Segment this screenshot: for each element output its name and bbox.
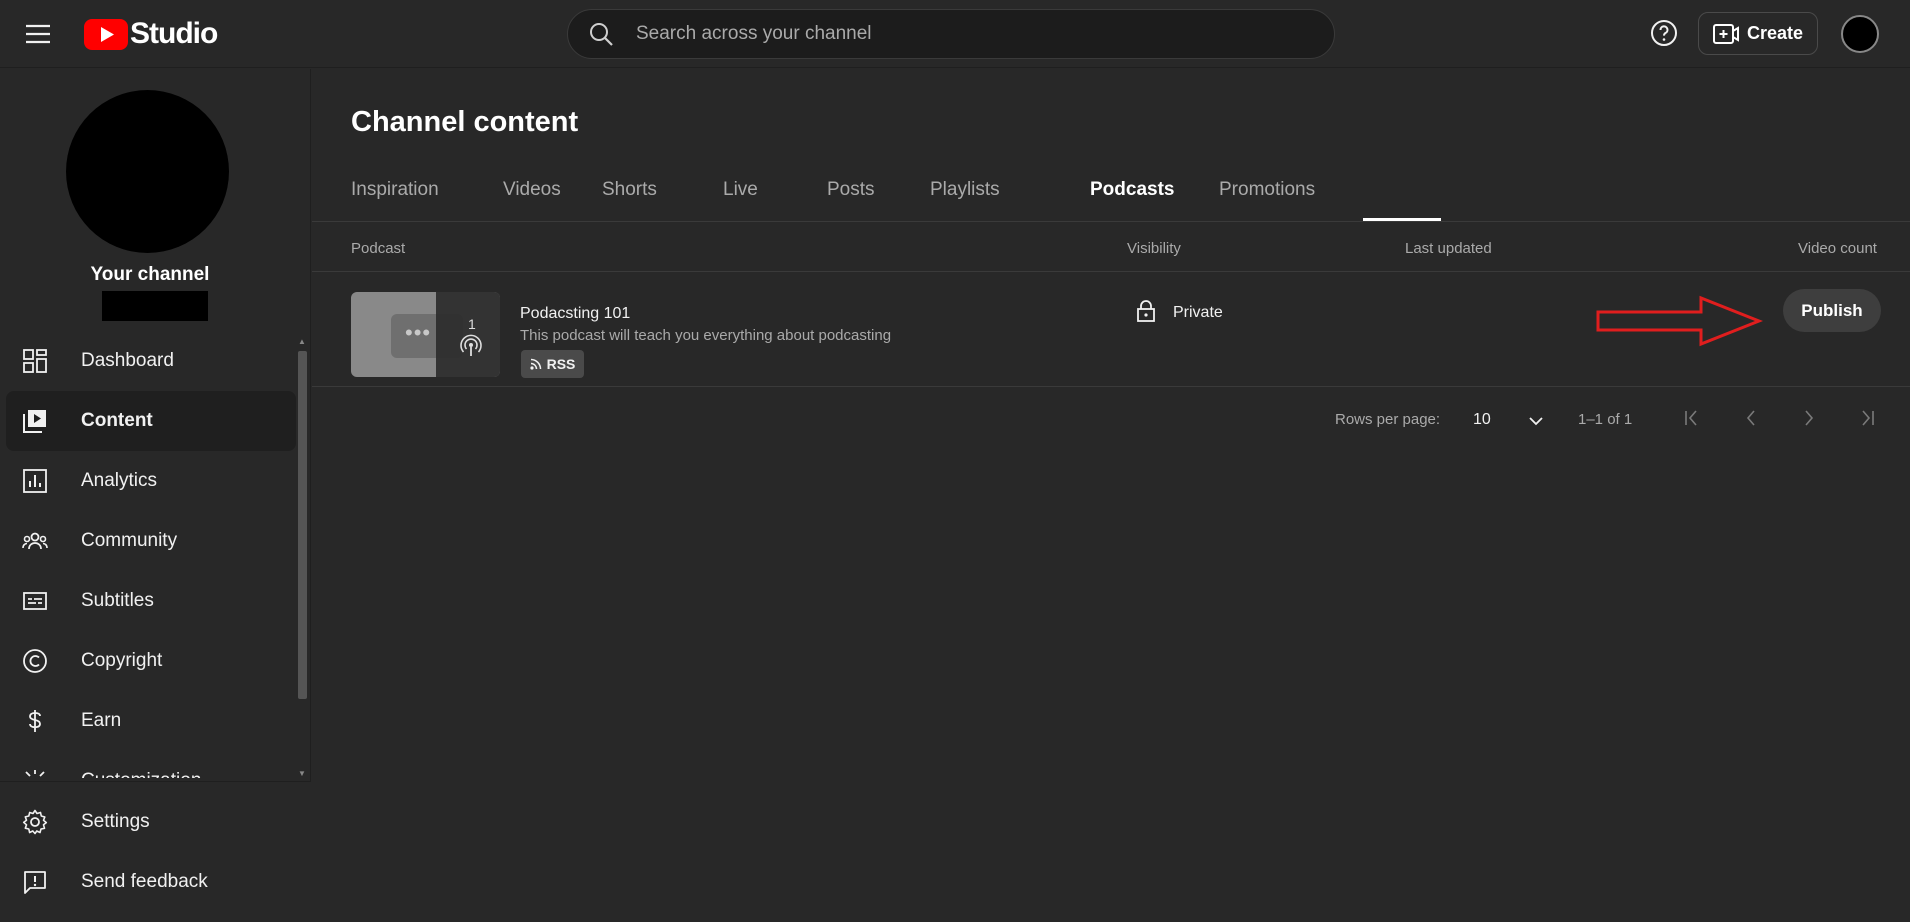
- copyright-icon: [23, 649, 47, 673]
- sidebar-item-customization[interactable]: Customization: [6, 751, 296, 778]
- podcast-thumbnail[interactable]: ••• 1: [351, 292, 500, 377]
- account-avatar[interactable]: [1841, 15, 1879, 53]
- rows-per-page-select[interactable]: 10: [1457, 403, 1555, 437]
- sidebar-item-label: Content: [81, 410, 153, 431]
- scroll-up-arrow-icon[interactable]: ▲: [298, 337, 306, 346]
- sidebar-scrollbar-thumb[interactable]: [298, 351, 307, 699]
- table-header: Podcast Visibility Last updated Video co…: [312, 222, 1910, 272]
- channel-label: Your channel: [90, 264, 210, 285]
- sidebar-item-dashboard[interactable]: Dashboard: [6, 331, 296, 391]
- page-title: Channel content: [351, 106, 579, 138]
- rss-icon: [529, 358, 541, 370]
- sidebar-item-subtitles[interactable]: Subtitles: [6, 571, 296, 631]
- main-content: Channel content Inspiration Videos Short…: [312, 69, 1910, 922]
- tab-playlists[interactable]: Playlists: [930, 179, 1000, 221]
- tab-shorts[interactable]: Shorts: [602, 179, 657, 221]
- sidebar-item-earn[interactable]: Earn: [6, 691, 296, 751]
- studio-logo[interactable]: Studio: [84, 16, 218, 52]
- column-header-video-count[interactable]: Video count: [1798, 240, 1877, 257]
- subtitles-icon: [23, 592, 47, 610]
- sidebar-item-content[interactable]: Content: [6, 391, 296, 451]
- pagination: Rows per page: 10 1–1 of 1: [312, 387, 1910, 443]
- youtube-play-icon: [84, 18, 128, 50]
- rss-badge[interactable]: RSS: [521, 350, 584, 378]
- sidebar-item-label: Earn: [81, 710, 122, 731]
- dashboard-icon: [23, 349, 47, 373]
- podcast-description: This podcast will teach you everything a…: [520, 327, 892, 344]
- customization-icon: [25, 770, 45, 777]
- hamburger-menu-icon[interactable]: [22, 18, 54, 50]
- rss-badge-label: RSS: [546, 356, 576, 372]
- tab-podcasts[interactable]: Podcasts: [1090, 179, 1174, 221]
- sidebar-item-community[interactable]: Community: [6, 511, 296, 571]
- podcast-title[interactable]: Podacsting 101: [520, 305, 630, 323]
- sidebar-item-label: Send feedback: [81, 871, 208, 892]
- more-dots-icon: •••: [405, 320, 432, 345]
- top-app-bar: Studio Create: [0, 0, 1910, 68]
- sidebar-item-copyright[interactable]: Copyright: [6, 631, 296, 691]
- sidebar-item-analytics[interactable]: Analytics: [6, 451, 296, 511]
- previous-page-icon[interactable]: [1739, 406, 1763, 430]
- annotation-arrow-icon: [1596, 295, 1763, 347]
- sidebar-nav: Dashboard Content Analytics Community Su…: [0, 331, 311, 778]
- tab-inspiration[interactable]: Inspiration: [351, 179, 439, 221]
- create-label: Create: [1746, 23, 1804, 43]
- channel-avatar[interactable]: [66, 90, 229, 253]
- column-header-podcast[interactable]: Podcast: [351, 240, 405, 257]
- podcast-icon: [460, 334, 482, 356]
- tab-posts[interactable]: Posts: [827, 179, 875, 221]
- rows-per-page-value: 10: [1473, 411, 1491, 428]
- feedback-icon: [24, 871, 46, 894]
- sidebar-item-label: Settings: [81, 811, 150, 832]
- content-icon: [23, 410, 46, 433]
- last-page-icon[interactable]: [1855, 406, 1879, 430]
- table-row[interactable]: ••• 1 Podacsting 101 This podcast will t…: [312, 273, 1910, 387]
- tab-promotions[interactable]: Promotions: [1219, 179, 1315, 221]
- column-header-last-updated[interactable]: Last updated: [1405, 240, 1492, 257]
- earn-icon: [29, 710, 41, 732]
- community-icon: [22, 532, 48, 550]
- chevron-down-icon: [1529, 417, 1543, 426]
- analytics-icon: [23, 469, 47, 493]
- sidebar-item-label: Analytics: [81, 470, 158, 491]
- tab-videos[interactable]: Videos: [503, 179, 561, 221]
- sidebar-bottom: Settings Send feedback: [0, 781, 311, 922]
- rows-per-page-label: Rows per page:: [1335, 411, 1441, 428]
- channel-handle-redacted: [102, 291, 208, 321]
- sidebar-item-label: Copyright: [81, 650, 163, 671]
- help-icon[interactable]: [1648, 17, 1680, 49]
- sidebar-item-send-feedback[interactable]: Send feedback: [6, 852, 296, 912]
- tab-live[interactable]: Live: [723, 179, 758, 221]
- sidebar-item-label: Community: [81, 530, 178, 551]
- publish-button[interactable]: Publish: [1783, 289, 1881, 332]
- sidebar: Your channel Dashboard Content Analytics…: [0, 69, 311, 922]
- column-header-visibility[interactable]: Visibility: [1127, 240, 1181, 257]
- search-bar[interactable]: [567, 9, 1335, 59]
- visibility-status[interactable]: Private: [1173, 304, 1223, 322]
- search-icon: [590, 23, 613, 46]
- sidebar-item-label: Dashboard: [81, 350, 174, 371]
- pagination-range: 1–1 of 1: [1578, 411, 1633, 428]
- search-input[interactable]: [636, 10, 1334, 58]
- create-video-icon: [1712, 23, 1739, 44]
- next-page-icon[interactable]: [1797, 406, 1821, 430]
- create-button[interactable]: Create: [1698, 12, 1818, 55]
- first-page-icon[interactable]: [1680, 406, 1704, 430]
- lock-icon: [1137, 300, 1155, 322]
- sidebar-item-label: Subtitles: [81, 590, 154, 611]
- sidebar-item-label: Customization: [81, 770, 201, 778]
- gear-icon: [22, 809, 48, 835]
- logo-text: Studio: [130, 17, 218, 50]
- thumbnail-episode-count: 1: [468, 316, 476, 332]
- sidebar-item-settings[interactable]: Settings: [6, 792, 296, 852]
- scroll-down-arrow-icon[interactable]: ▼: [298, 769, 306, 778]
